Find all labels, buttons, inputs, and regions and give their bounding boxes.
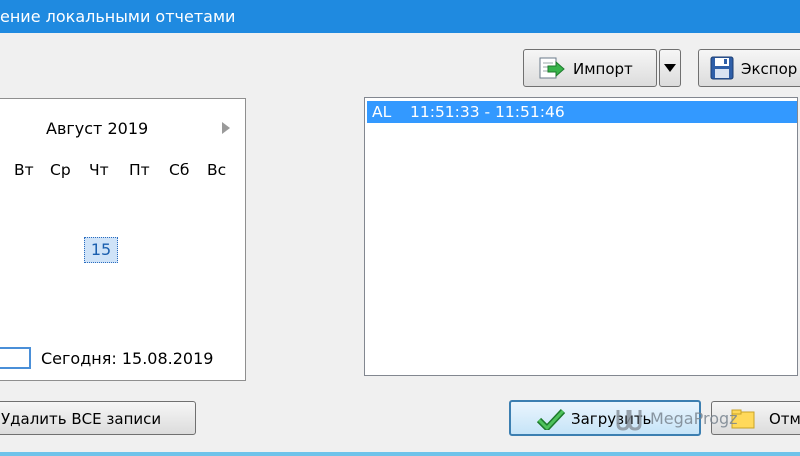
weekday-wed: Ср [50,161,71,179]
import-arrow-icon [539,57,565,79]
record-type: AL [372,103,392,121]
cancel-label: Отм [769,410,800,428]
weekday-sun: Вс [207,161,227,179]
watermark-logo-icon [616,410,642,431]
window-bottom-edge [0,452,800,456]
records-list[interactable]: AL 11:51:33 - 11:51:46 [364,97,798,376]
import-button[interactable]: Импорт [523,49,657,87]
floppy-disk-icon [710,56,734,80]
window-titlebar: ение локальными отчетами [0,0,800,33]
today-marker[interactable] [0,347,31,369]
weekday-sat: Сб [169,161,190,179]
calendar-day-selected[interactable]: 15 [84,237,118,263]
watermark-text: MegaProgz [650,409,738,428]
delete-all-button[interactable]: Удалить ВСЕ записи [0,401,196,435]
export-button[interactable]: Экспор [698,49,800,87]
window-title: ение локальными отчетами [0,7,236,26]
export-label: Экспор [741,60,798,78]
weekday-fri: Пт [129,161,150,179]
delete-all-label: Удалить ВСЕ записи [1,410,162,428]
triangle-right-icon[interactable] [219,119,233,137]
weekday-tue: Вт [14,161,34,179]
weekday-thu: Чт [89,161,109,179]
import-label: Импорт [573,60,633,78]
calendar-month-label: Август 2019 [46,119,149,138]
list-item[interactable]: AL 11:51:33 - 11:51:46 [367,101,797,123]
triangle-down-icon [664,64,676,72]
today-label[interactable]: Сегодня: 15.08.2019 [41,349,213,368]
import-dropdown-button[interactable] [659,49,681,87]
record-time-range: 11:51:33 - 11:51:46 [410,103,565,121]
calendar[interactable]: Август 2019 Вт Ср Чт Пт Сб Вс 15 Сегодня… [0,98,246,381]
checkmark-icon [537,408,565,430]
